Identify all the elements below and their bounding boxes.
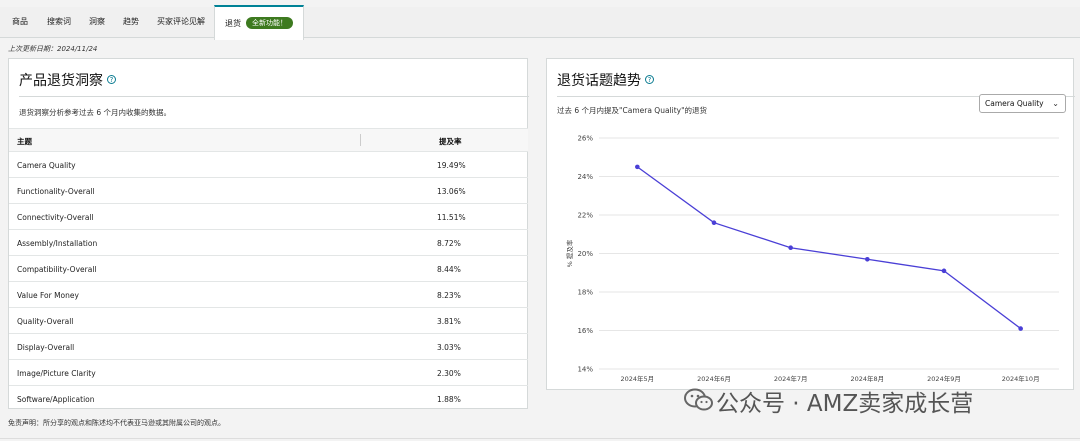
column-divider: [360, 134, 361, 146]
topic-cell: Compatibility-Overall: [17, 265, 97, 274]
rate-cell: 3.03%: [437, 343, 461, 352]
return-insights-panel: 产品退货洞察? 退货洞察分析参考过去 6 个月内收集的数据。 主题 提及率 Ca…: [8, 58, 529, 412]
data-point: [941, 268, 947, 274]
table-row[interactable]: Quality-Overall 3.81%: [9, 308, 528, 334]
topic-cell: Camera Quality: [17, 161, 76, 170]
rate-cell: 2.30%: [437, 369, 461, 378]
new-feature-badge: 全新功能！: [246, 16, 293, 29]
data-point: [788, 245, 793, 251]
data-point: [865, 256, 870, 262]
table-row[interactable]: Compatibility-Overall 8.44%: [9, 256, 528, 282]
table-row[interactable]: Display-Overall 3.03%: [9, 334, 528, 360]
tab-products[interactable]: 商品: [3, 7, 37, 37]
rate-cell: 19.49%: [437, 161, 466, 170]
table-row[interactable]: Image/Picture Clarity 2.30%: [9, 360, 528, 386]
topic-cell: Value For Money: [17, 291, 79, 300]
x-tick-label: 2024年7月: [774, 374, 808, 383]
table-row[interactable]: Connectivity-Overall 11.51%: [9, 204, 528, 230]
data-point: [635, 164, 640, 170]
y-tick-label: 24%: [577, 173, 593, 181]
rate-cell: 8.72%: [437, 239, 461, 248]
trend-line-chart: 14% 16% 18% 20% 22% 24% 26% % 提及率 2024年5月 2024年6月…: [565, 135, 1059, 383]
table-header: 主题 提及率: [9, 128, 528, 152]
y-tick-label: 14%: [577, 366, 593, 374]
table-row[interactable]: Software/Application 1.88%: [9, 386, 528, 412]
rate-cell: 8.23%: [437, 291, 461, 300]
y-tick-label: 16%: [577, 327, 593, 335]
tab-review-insights[interactable]: 买家评论见解: [150, 7, 212, 37]
table-row[interactable]: Assembly/Installation 8.72%: [9, 230, 528, 256]
table-row[interactable]: Value For Money 8.23%: [9, 282, 528, 308]
topic-cell: Software/Application: [17, 395, 95, 404]
panel-title: 产品退货洞察?: [19, 70, 116, 90]
divider: [19, 96, 529, 97]
tab-returns[interactable]: 退货 全新功能！: [214, 5, 304, 40]
column-header-topic[interactable]: 主题: [17, 136, 32, 147]
watermark-text: 公众号 · AMZ卖家成长营: [716, 391, 974, 417]
return-insights-title: 产品退货洞察: [19, 73, 103, 89]
tab-search-terms[interactable]: 搜索词: [40, 7, 78, 37]
tab-bar: 商品 搜索词 洞察 趋势 买家评论见解 退货 全新功能！: [0, 5, 1080, 40]
table-row[interactable]: Functionality-Overall 13.06%: [9, 178, 528, 204]
x-tick-label: 2024年8月: [850, 374, 884, 383]
insights-description: 退货洞察分析参考过去 6 个月内收集的数据。: [19, 108, 172, 117]
tab-insights[interactable]: 洞察: [82, 7, 112, 37]
x-tick-label: 2024年10月: [1002, 374, 1040, 383]
table-row[interactable]: Camera Quality 19.49%: [9, 152, 528, 178]
y-axis-label: % 提及率: [565, 239, 574, 267]
tab-trends[interactable]: 趋势: [116, 7, 146, 37]
topic-cell: Functionality-Overall: [17, 187, 95, 196]
topic-cell: Connectivity-Overall: [17, 213, 94, 222]
topic-cell: Image/Picture Clarity: [17, 369, 96, 378]
y-tick-label: 26%: [577, 135, 593, 143]
rate-cell: 11.51%: [437, 213, 466, 222]
x-tick-label: 2024年9月: [927, 374, 961, 383]
return-topic-trend-panel: 退货话题趋势? 过去 6 个月内提及"Camera Quality"的退货 Ca…: [546, 58, 1075, 390]
divider: [0, 438, 1080, 439]
rate-cell: 13.06%: [437, 187, 466, 196]
wechat-icon: [684, 388, 713, 411]
topic-cell: Display-Overall: [17, 343, 75, 352]
y-tick-label: 18%: [577, 289, 593, 297]
last-updated: 上次更新日期：2024/11/24: [8, 45, 98, 53]
tab-returns-label: 退货: [225, 19, 241, 28]
data-point: [711, 220, 717, 225]
disclaimer: 免责声明：所分享的观点和陈述均不代表亚马逊或其附属公司的观点。: [8, 419, 225, 427]
x-tick-label: 2024年6月: [697, 374, 731, 383]
topic-cell: Quality-Overall: [17, 317, 74, 326]
help-icon[interactable]: ?: [107, 74, 116, 84]
data-point: [1018, 326, 1023, 331]
y-tick-label: 22%: [577, 212, 593, 220]
topic-cell: Assembly/Installation: [17, 239, 98, 248]
y-tick-label: 20%: [577, 250, 593, 258]
column-header-rate[interactable]: 提及率: [439, 136, 462, 147]
series-line: [636, 166, 1022, 330]
rate-cell: 8.44%: [437, 265, 461, 274]
rate-cell: 3.81%: [437, 317, 461, 326]
rate-cell: 1.88%: [437, 395, 461, 404]
x-tick-label: 2024年5月: [620, 374, 654, 383]
